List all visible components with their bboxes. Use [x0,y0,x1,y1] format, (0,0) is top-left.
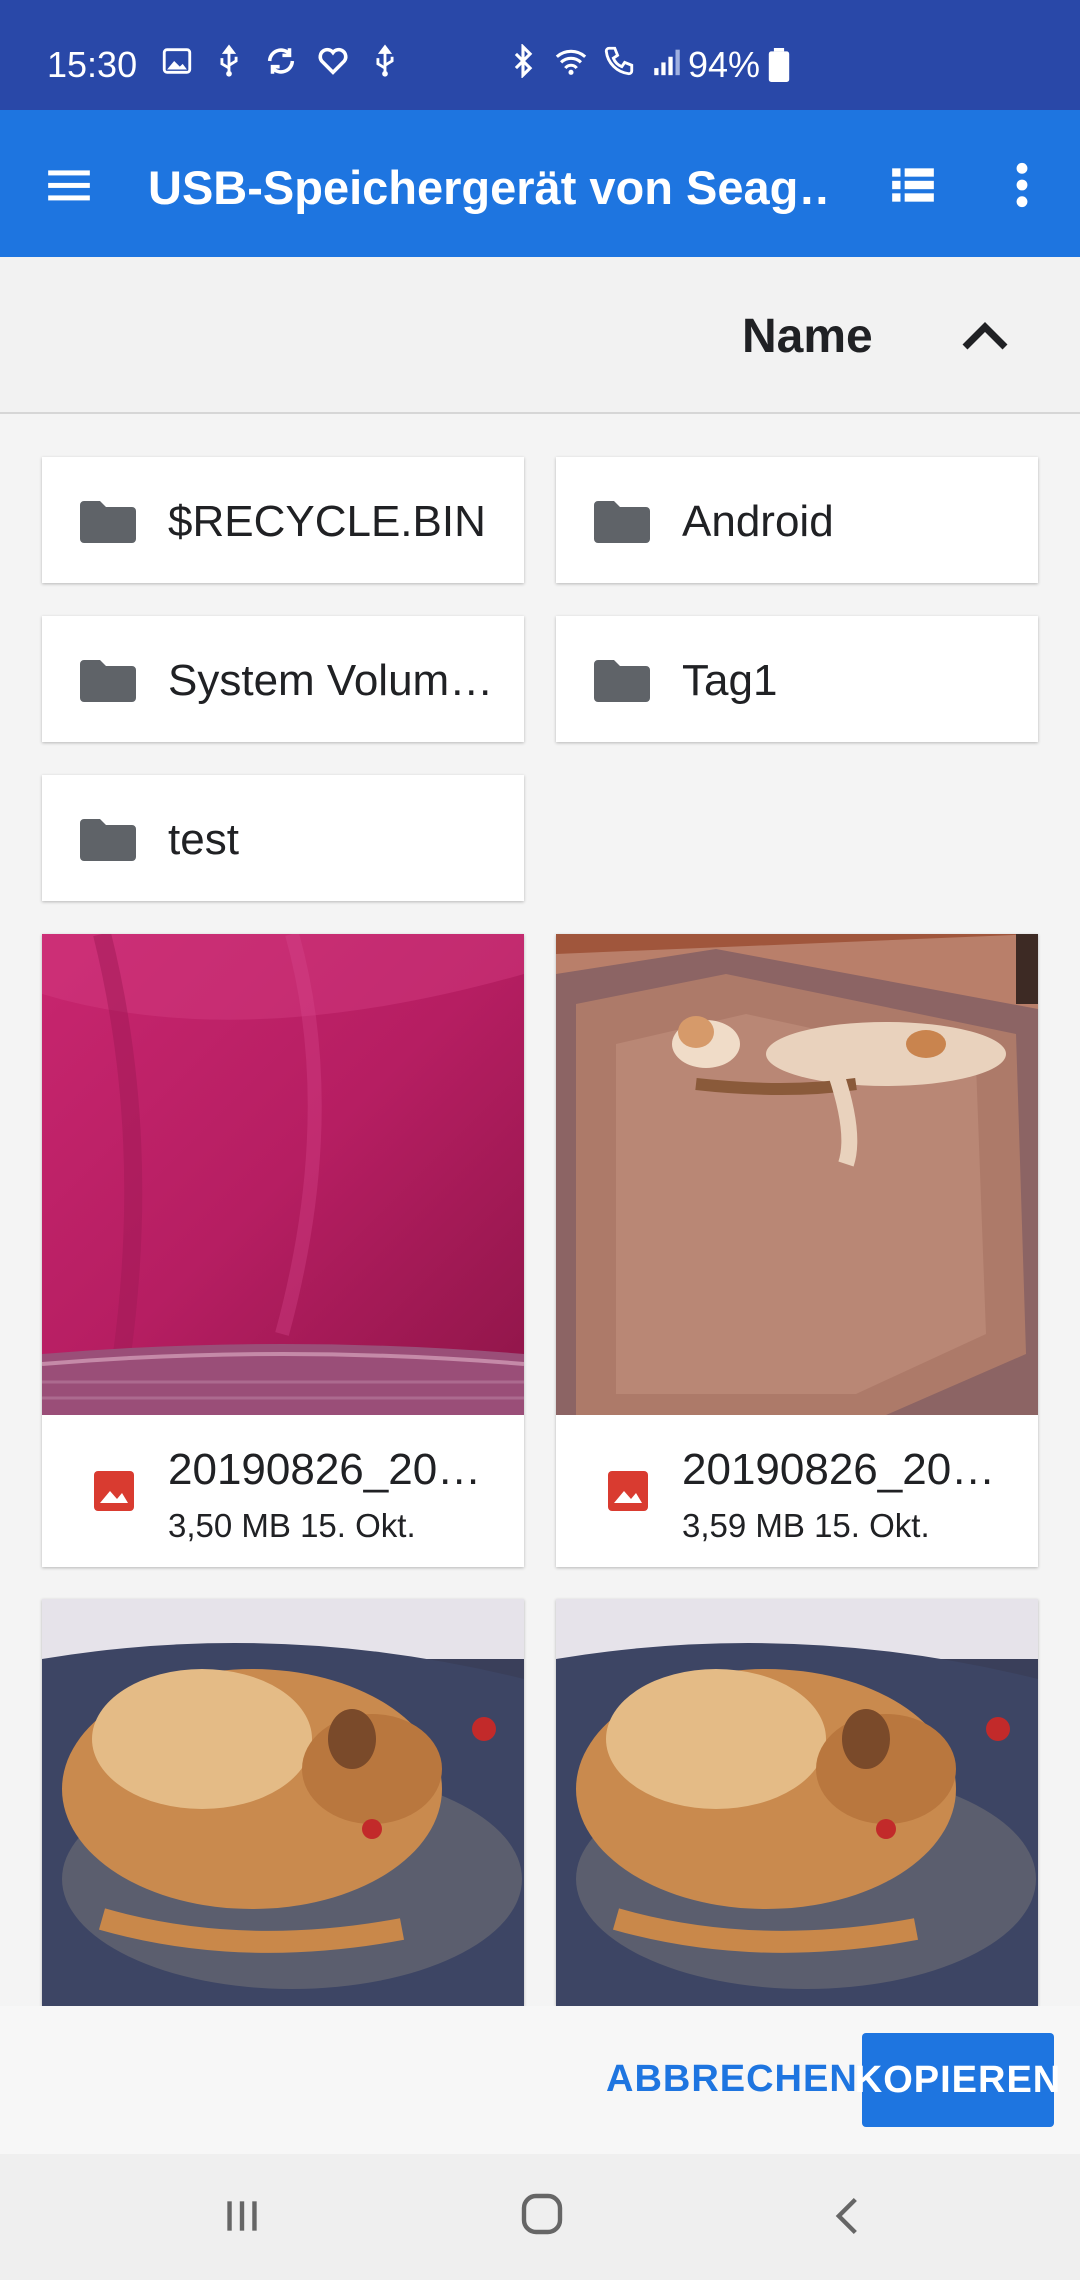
image-thumbnail [556,1599,1038,2006]
bluetooth-icon [514,44,533,78]
image-file-item[interactable] [42,1599,524,2006]
chevron-up-icon[interactable] [955,307,1015,367]
file-name: 20190826_20… [168,1445,482,1494]
sort-header: Name [0,257,1080,414]
usb-icon [376,44,394,77]
battery-percent: 94% [688,44,761,85]
folder-item[interactable]: test [42,775,524,901]
folder-item[interactable]: $RECYCLE.BIN [42,457,524,583]
navigation-bar [0,2154,1080,2280]
file-meta: 20190826_20… 3,59 MB 15. Okt. [556,1415,1038,1567]
image-thumbnail [556,934,1038,1415]
folder-item[interactable]: Tag1 [556,616,1038,742]
image-file-icon [608,1471,648,1511]
folder-name: Tag1 [682,656,778,705]
folder-icon [594,660,650,702]
wifi-icon [555,49,587,75]
sort-by-name-button[interactable]: Name [742,309,873,364]
hamburger-menu-icon[interactable] [44,160,94,210]
folder-icon [80,501,136,543]
folder-icon [80,660,136,702]
status-bar: 15:30 94% [0,0,1080,110]
file-name: 20190826_20… [682,1445,996,1494]
folder-name: System Volum… [168,656,494,705]
app-bar: USB-Speichergerät von Seag… [0,110,1080,257]
battery-icon [768,48,790,82]
file-info: 3,59 MB 15. Okt. [682,1507,930,1544]
folder-name: $RECYCLE.BIN [168,497,486,546]
list-view-icon[interactable] [888,160,938,210]
status-time: 15:30 [47,44,138,85]
image-file-item[interactable] [556,1599,1038,2006]
image-thumbnail [42,1599,524,2006]
cancel-button[interactable]: ABBRECHEN [606,2058,858,2101]
folder-item[interactable]: Android [556,457,1038,583]
folder-icon [594,501,650,543]
page-title: USB-Speichergerät von Seag… [148,161,828,214]
folder-name: test [168,815,239,864]
file-meta: 20190826_20… 3,50 MB 15. Okt. [42,1415,524,1567]
home-icon[interactable] [518,2190,566,2238]
action-bar: ABBRECHEN KOPIEREN [0,2006,1080,2154]
sync-icon [267,48,295,74]
copy-button[interactable]: KOPIEREN [855,2033,1060,2127]
more-vert-icon[interactable] [1005,160,1039,210]
image-file-item[interactable]: 20190826_20… 3,50 MB 15. Okt. [42,934,524,1567]
file-info: 3,50 MB 15. Okt. [168,1507,416,1544]
folder-name: Android [682,497,834,546]
folder-item[interactable]: System Volum… [42,616,524,742]
signal-icon [654,49,680,76]
image-file-icon [94,1471,134,1511]
recent-apps-icon[interactable] [220,2194,264,2238]
wifi-call-icon [604,46,634,76]
heart-icon [318,47,348,75]
usb-icon [220,44,238,77]
notification-icons [160,44,402,78]
folder-icon [80,819,136,861]
image-thumbnail [42,934,524,1415]
image-file-item[interactable]: 20190826_20… 3,59 MB 15. Okt. [556,934,1038,1567]
image-icon [162,48,192,74]
system-icons [506,44,684,78]
back-icon[interactable] [826,2192,870,2240]
